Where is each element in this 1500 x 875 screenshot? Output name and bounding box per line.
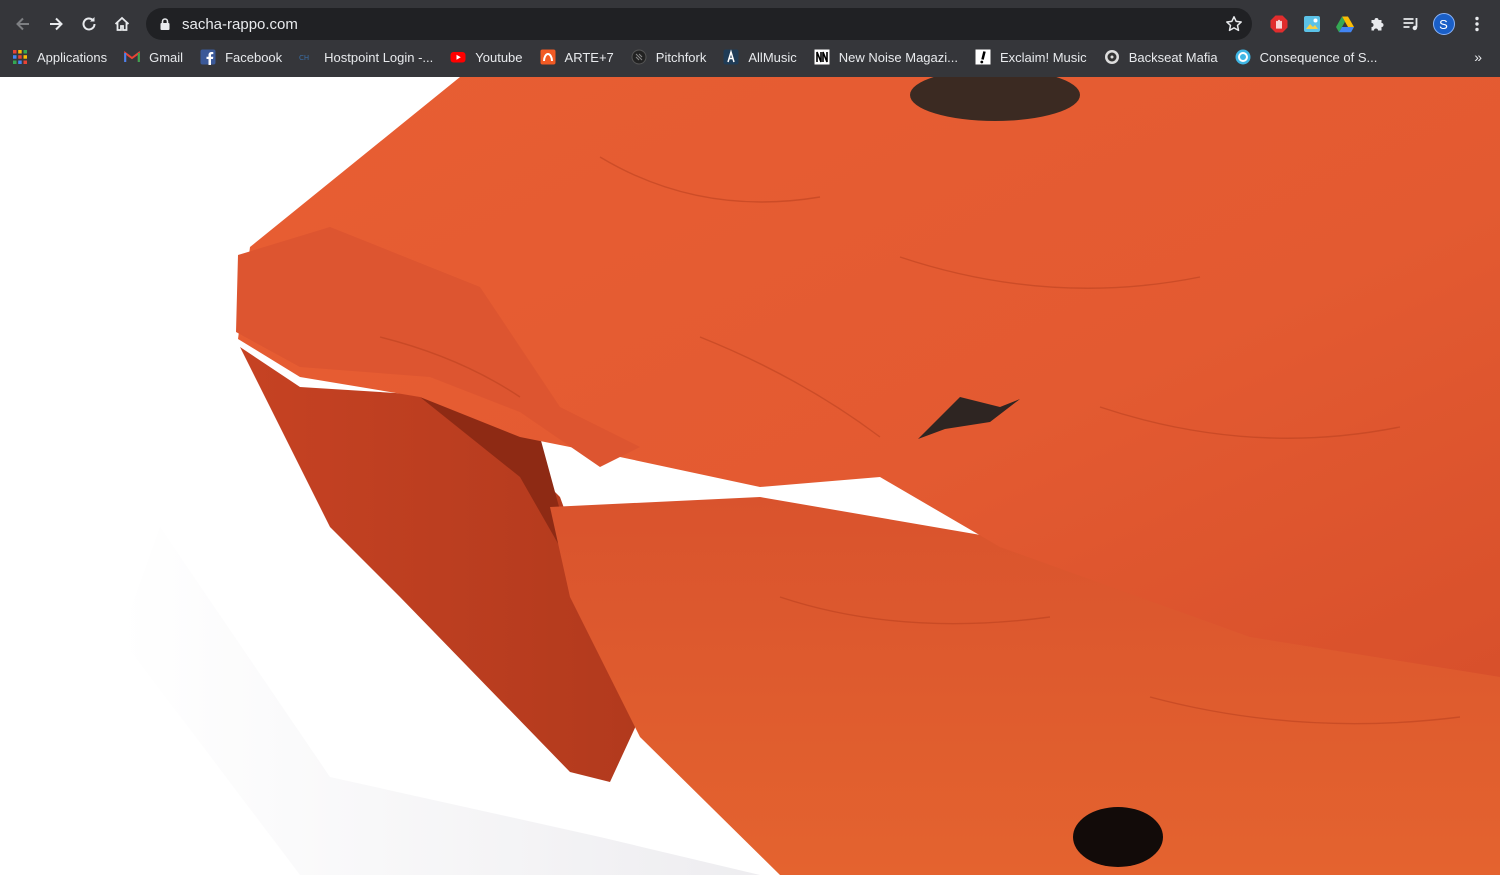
bookmark-label: Youtube (475, 49, 523, 65)
bookmark-label: AllMusic (748, 49, 797, 65)
home-icon (114, 16, 129, 31)
browser-chrome: sacha-rappo.com S Applications Gmail Fac… (0, 0, 1500, 77)
profile-button[interactable]: S (1427, 8, 1460, 40)
bookmark-new-noise[interactable]: New Noise Magazi... (814, 44, 958, 70)
bookmark-applications[interactable]: Applications (12, 44, 107, 70)
bookmark-label: Gmail (149, 49, 184, 65)
image-extension-icon (1303, 16, 1320, 32)
home-button[interactable] (105, 8, 138, 41)
kebab-menu-icon (1474, 16, 1479, 32)
new-noise-icon (814, 49, 830, 65)
extensions-menu-button[interactable] (1361, 8, 1394, 40)
bookmark-allmusic[interactable]: AllMusic (723, 44, 797, 70)
bookmark-label: Backseat Mafia (1128, 49, 1218, 65)
adblock-hand-icon (1270, 15, 1287, 33)
bookmark-label: Exclaim! Music (1000, 49, 1087, 65)
extension-adblock-button[interactable] (1262, 8, 1295, 40)
bookmark-exclaim[interactable]: Exclaim! Music (975, 44, 1087, 70)
bookmark-label: New Noise Magazi... (838, 49, 958, 65)
backseat-mafia-icon (1104, 49, 1120, 65)
reload-icon (82, 17, 95, 31)
exclaim-icon (975, 49, 991, 65)
bookmark-consequence[interactable]: Consequence of S... (1235, 44, 1378, 70)
hostpoint-icon: CH (299, 49, 315, 65)
bookmark-star-icon[interactable] (1224, 14, 1244, 34)
profile-avatar: S (1432, 13, 1455, 35)
bookmark-label: Applications (37, 49, 108, 65)
extension-photo-button[interactable] (1295, 8, 1328, 40)
reload-button[interactable] (72, 8, 105, 41)
svg-text:CH: CH (299, 54, 309, 62)
bookmark-label: Consequence of S... (1259, 49, 1378, 65)
bookmark-pitchfork[interactable]: Pitchfork (631, 44, 707, 70)
arrow-left-icon (15, 17, 29, 31)
arrow-right-icon (49, 17, 63, 31)
google-drive-icon (1335, 16, 1354, 33)
lock-icon (160, 18, 170, 30)
browser-menu-button[interactable] (1460, 8, 1493, 40)
allmusic-icon (723, 49, 739, 65)
bookmark-facebook[interactable]: Facebook (200, 44, 282, 70)
forward-button[interactable] (39, 8, 72, 41)
bookmark-arte[interactable]: ARTE+7 (540, 44, 614, 70)
bookmarks-bar: Applications Gmail Facebook CH Hostpoint… (0, 44, 1500, 70)
page-content (0, 77, 1500, 875)
bookmarks-overflow-button[interactable]: » (1474, 44, 1482, 70)
address-bar[interactable]: sacha-rappo.com (146, 8, 1252, 40)
consequence-icon (1235, 49, 1251, 65)
puzzle-piece-icon (1371, 18, 1383, 31)
bookmark-label: Facebook (225, 49, 283, 65)
browser-toolbar: sacha-rappo.com S (0, 6, 1500, 42)
pitchfork-icon (631, 49, 647, 65)
facebook-icon (200, 49, 216, 65)
extension-drive-button[interactable] (1328, 8, 1361, 40)
address-bar-url[interactable]: sacha-rappo.com (182, 16, 298, 33)
reading-list-button[interactable] (1394, 8, 1427, 40)
arte-icon (540, 49, 556, 65)
back-button[interactable] (6, 8, 39, 41)
bookmark-label: Pitchfork (655, 49, 707, 65)
dark-hole-bottom (1073, 807, 1163, 867)
playlist-icon (1403, 18, 1417, 31)
bookmark-label: Hostpoint Login -... (324, 49, 434, 65)
bookmark-gmail[interactable]: Gmail (124, 44, 183, 70)
extensions-area: S (1262, 8, 1493, 40)
bookmark-backseat-mafia[interactable]: Backseat Mafia (1104, 44, 1218, 70)
sculpture-photo (120, 77, 1500, 875)
apps-grid-icon (12, 49, 28, 65)
bookmark-label: ARTE+7 (564, 49, 614, 65)
gmail-icon (124, 49, 140, 65)
youtube-icon (450, 49, 466, 65)
bookmark-youtube[interactable]: Youtube (450, 44, 523, 70)
bookmark-hostpoint[interactable]: CH Hostpoint Login -... (299, 44, 433, 70)
